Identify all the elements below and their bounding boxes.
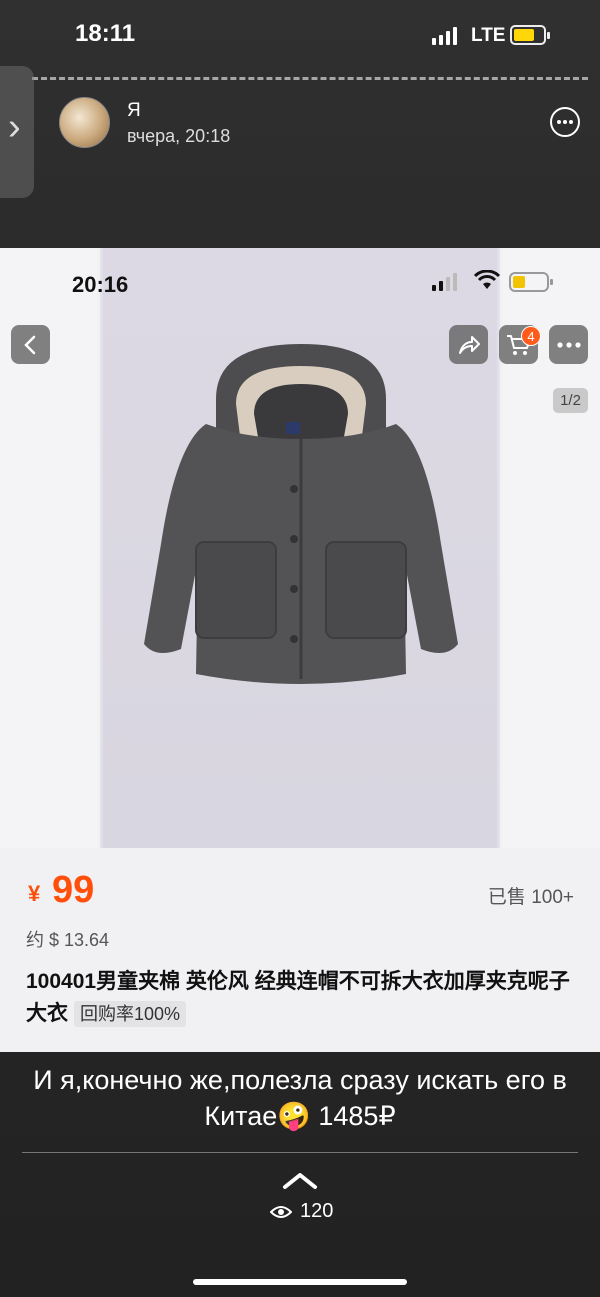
view-count: 120 [300, 1200, 334, 1222]
avatar[interactable] [59, 97, 110, 148]
wifi-icon [473, 269, 501, 294]
signal-icon [432, 27, 458, 45]
currency-symbol: ¥ [28, 881, 41, 906]
embedded-status-time: 20:16 [72, 272, 129, 297]
repurchase-badge: 回购率100% [74, 1001, 187, 1027]
post-timestamp: вчера, 20:18 [127, 126, 231, 146]
divider [22, 1152, 578, 1153]
image-page-indicator: 1/2 [553, 388, 588, 413]
more-icon[interactable] [550, 107, 580, 137]
network-label: LTE [471, 25, 506, 46]
embedded-signal-icon [432, 271, 462, 291]
embedded-battery-icon [509, 272, 553, 292]
product-image [144, 344, 458, 684]
view-counter: 120 [270, 1200, 333, 1223]
story-progress-bar [32, 77, 588, 80]
product-title: 100401男童夹棉 英伦风 经典连帽不可拆大衣加厚夹克呢子大衣 回购率100% [26, 966, 576, 1030]
story-caption: И я,конечно же,полезла сразу искать его … [33, 1065, 567, 1131]
status-time: 18:11 [75, 20, 136, 47]
cart-count-badge: 4 [521, 326, 541, 346]
author-name[interactable]: Я [127, 100, 141, 122]
chevron-up-icon[interactable] [282, 1170, 318, 1190]
product-info-panel: ¥ 99 已售 100+ 约 $ 13.64 100401男童夹棉 英伦风 经典… [0, 848, 600, 1052]
status-bar: 18:11 LTE [0, 0, 600, 64]
embedded-screenshot: 20:16 1/2 ¥ 99 已售 100+ 约 $ 13.64 100401男… [0, 248, 600, 1052]
approx-price: 约 $ 13.64 [26, 930, 110, 950]
ellipsis-icon[interactable] [549, 325, 588, 364]
product-price: 99 [52, 869, 95, 911]
home-indicator[interactable] [193, 1279, 407, 1285]
battery-icon [510, 25, 550, 45]
chevron-right-icon[interactable]: › [8, 108, 21, 146]
eye-icon [270, 1205, 292, 1218]
sold-count: 已售 100+ [487, 887, 574, 908]
back-icon[interactable] [11, 325, 50, 364]
